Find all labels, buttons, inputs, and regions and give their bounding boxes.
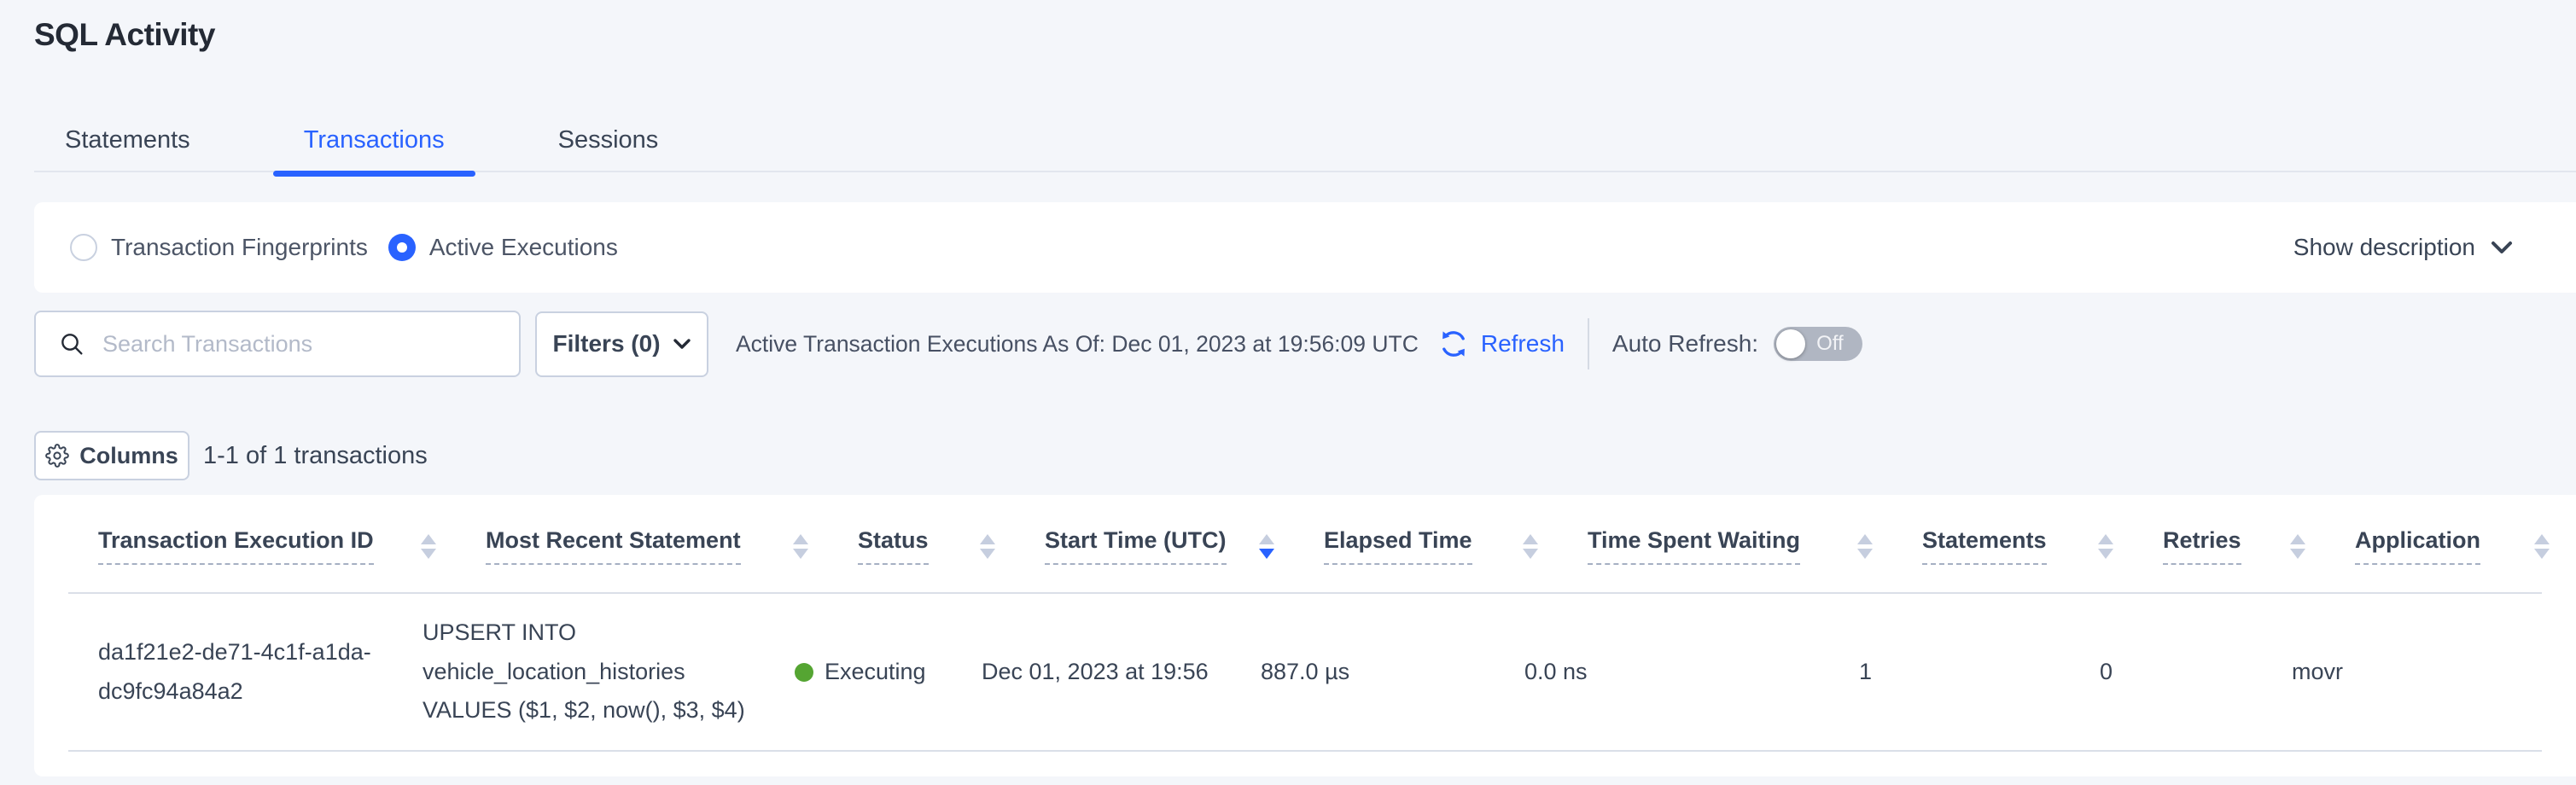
toggle-state-label: Off xyxy=(1816,332,1844,356)
auto-refresh-toggle[interactable]: Off xyxy=(1774,327,1862,361)
column-header-label[interactable]: Start Time (UTC) xyxy=(1045,527,1227,565)
cell-retries: 0 xyxy=(2100,659,2292,685)
row-separator xyxy=(68,750,2542,752)
column-header-label[interactable]: Statements xyxy=(1922,527,2047,565)
column-header-label[interactable]: Elapsed Time xyxy=(1324,527,1472,565)
table-toolbar: Columns 1-1 of 1 transactions xyxy=(34,431,428,480)
radio-unselected-icon[interactable] xyxy=(70,234,97,261)
columns-button-label: Columns xyxy=(79,443,178,469)
sort-control[interactable] xyxy=(980,527,995,559)
column-header-label[interactable]: Most Recent Statement xyxy=(486,527,741,565)
show-description-button[interactable]: Show description xyxy=(2293,234,2513,261)
radio-label: Active Executions xyxy=(429,234,618,261)
toggle-knob xyxy=(1776,329,1805,358)
columns-button[interactable]: Columns xyxy=(34,431,189,480)
tab-statements[interactable]: Statements xyxy=(65,109,190,171)
sort-control[interactable] xyxy=(2290,527,2305,559)
column-header-most-recent-statement: Most Recent Statement xyxy=(486,527,858,565)
chevron-down-icon xyxy=(2491,241,2513,254)
refresh-button[interactable]: Refresh xyxy=(1437,328,1565,360)
search-icon xyxy=(58,330,85,358)
sort-control[interactable] xyxy=(2098,527,2113,559)
search-input[interactable] xyxy=(101,330,502,358)
column-header-time-spent-waiting: Time Spent Waiting xyxy=(1588,527,1922,565)
status-dot-icon xyxy=(795,663,813,682)
column-header-label[interactable]: Status xyxy=(858,527,929,565)
filters-button[interactable]: Filters (0) xyxy=(535,311,708,377)
column-header-label[interactable]: Time Spent Waiting xyxy=(1588,527,1800,565)
table-row[interactable]: da1f21e2-de71-4c1f-a1da- dc9fc94a84a2 UP… xyxy=(34,594,2576,750)
column-header-transaction-execution-id: Transaction Execution ID xyxy=(98,527,486,565)
table-header-row: Transaction Execution ID Most Recent Sta… xyxy=(34,495,2576,592)
sort-control[interactable] xyxy=(2534,527,2550,559)
cell-most-recent-statement[interactable]: UPSERT INTO vehicle_location_histories V… xyxy=(423,613,795,731)
tab-bar: Statements Transactions Sessions xyxy=(34,109,2576,172)
chevron-down-icon xyxy=(673,338,691,350)
column-header-label[interactable]: Retries xyxy=(2163,527,2241,565)
sort-control[interactable] xyxy=(1523,527,1538,559)
column-header-label[interactable]: Application xyxy=(2355,527,2480,565)
column-header-retries: Retries xyxy=(2163,527,2355,565)
page-title: SQL Activity xyxy=(34,17,215,53)
show-description-label: Show description xyxy=(2293,234,2475,261)
view-mode-card: Transaction Fingerprints Active Executio… xyxy=(34,202,2576,293)
sort-control[interactable] xyxy=(1857,527,1873,559)
column-header-elapsed-time: Elapsed Time xyxy=(1324,527,1588,565)
radio-transaction-fingerprints[interactable]: Transaction Fingerprints xyxy=(70,234,368,261)
sort-control[interactable] xyxy=(421,527,436,559)
cell-time-spent-waiting: 0.0 ns xyxy=(1524,659,1859,685)
cell-start-time: Dec 01, 2023 at 19:56 xyxy=(982,659,1261,685)
as-of-text: Active Transaction Executions As Of: Dec… xyxy=(736,331,1419,358)
column-header-application: Application xyxy=(2355,527,2576,565)
gear-icon xyxy=(45,444,69,468)
cell-status: Executing xyxy=(795,659,982,685)
refresh-icon xyxy=(1437,328,1470,360)
column-header-label[interactable]: Transaction Execution ID xyxy=(98,527,374,565)
transactions-table: Transaction Execution ID Most Recent Sta… xyxy=(34,495,2576,776)
refresh-label: Refresh xyxy=(1481,330,1565,358)
controls-row: Filters (0) Active Transaction Execution… xyxy=(34,310,1862,378)
auto-refresh-label: Auto Refresh: xyxy=(1612,330,1758,358)
column-header-start-time: Start Time (UTC) xyxy=(1045,527,1324,565)
vertical-divider xyxy=(1588,318,1589,369)
sort-control-active-desc[interactable] xyxy=(1259,527,1274,559)
filters-label: Filters (0) xyxy=(552,330,660,358)
cell-application: movr xyxy=(2292,659,2536,685)
result-count: 1-1 of 1 transactions xyxy=(203,442,428,470)
radio-active-executions[interactable]: Active Executions xyxy=(388,234,618,261)
sql-activity-page: SQL Activity Statements Transactions Ses… xyxy=(0,0,2576,785)
cell-elapsed-time: 887.0 µs xyxy=(1261,659,1524,685)
column-header-status: Status xyxy=(858,527,1045,565)
sort-control[interactable] xyxy=(793,527,808,559)
search-box[interactable] xyxy=(34,311,521,377)
tab-transactions[interactable]: Transactions xyxy=(304,109,445,171)
tab-sessions[interactable]: Sessions xyxy=(558,109,659,171)
cell-statements: 1 xyxy=(1859,659,2100,685)
status-text: Executing xyxy=(825,659,926,685)
cell-transaction-execution-id[interactable]: da1f21e2-de71-4c1f-a1da- dc9fc94a84a2 xyxy=(98,633,423,712)
radio-label: Transaction Fingerprints xyxy=(111,234,368,261)
radio-selected-icon[interactable] xyxy=(388,234,416,261)
column-header-statements: Statements xyxy=(1922,527,2163,565)
